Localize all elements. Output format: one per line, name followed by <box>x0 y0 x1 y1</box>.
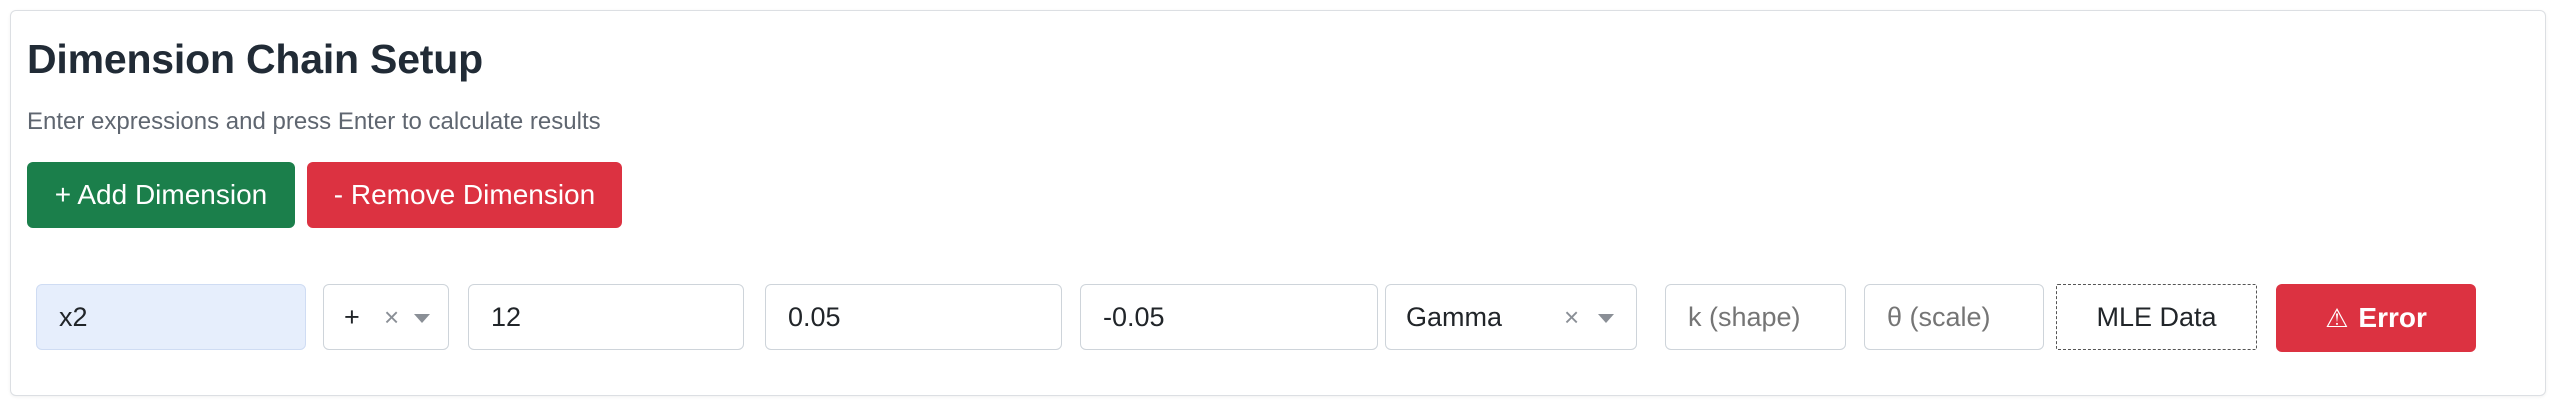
lower-tolerance-input[interactable] <box>1080 284 1378 350</box>
error-button[interactable]: ⚠ Error <box>2276 284 2476 352</box>
mle-data-button[interactable]: MLE Data <box>2056 284 2257 350</box>
nominal-input[interactable] <box>468 284 744 350</box>
scale-input[interactable] <box>1864 284 2044 350</box>
dimension-name-input[interactable] <box>36 284 306 350</box>
error-label: Error <box>2358 302 2427 333</box>
operator-value: + <box>344 301 360 332</box>
clear-distribution-icon[interactable]: × <box>1564 302 1579 333</box>
upper-tolerance-input[interactable] <box>765 284 1062 350</box>
page-title: Dimension Chain Setup <box>27 36 483 82</box>
clear-operator-icon[interactable]: × <box>384 302 399 333</box>
shape-input[interactable] <box>1665 284 1846 350</box>
add-dimension-button[interactable]: + Add Dimension <box>27 162 295 228</box>
distribution-select[interactable]: Gamma × <box>1385 284 1637 350</box>
warning-icon: ⚠ <box>2325 302 2349 333</box>
chevron-down-icon[interactable] <box>1598 314 1614 323</box>
chevron-down-icon[interactable] <box>414 314 430 323</box>
distribution-value: Gamma <box>1406 301 1503 332</box>
page-subtitle: Enter expressions and press Enter to cal… <box>27 108 601 135</box>
remove-dimension-button[interactable]: - Remove Dimension <box>307 162 622 228</box>
operator-select[interactable]: + × <box>323 284 449 350</box>
